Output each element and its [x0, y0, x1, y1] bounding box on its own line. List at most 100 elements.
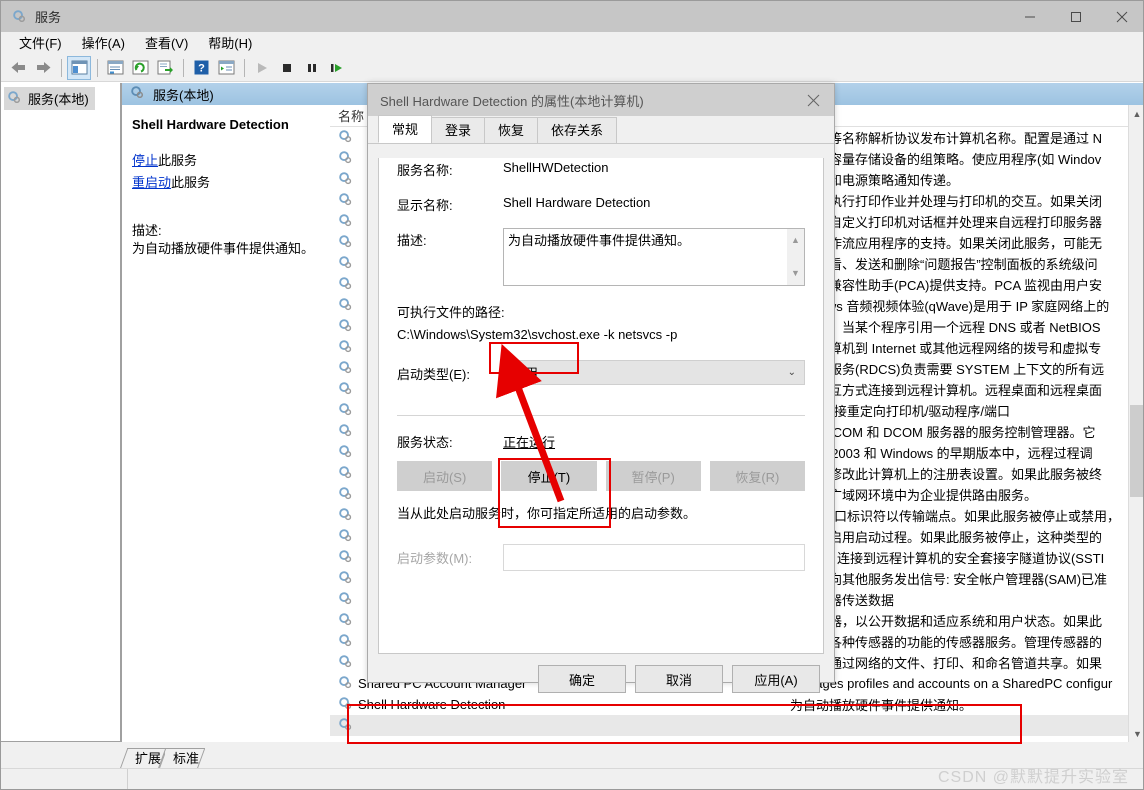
stop-service-icon[interactable]	[275, 56, 299, 80]
menu-action[interactable]: 操作(A)	[72, 31, 135, 54]
services-gear-icon	[338, 276, 353, 294]
start-parameters-label: 启动参数(M):	[397, 551, 473, 566]
services-gear-icon	[130, 85, 145, 103]
services-gear-icon	[7, 90, 22, 108]
row-service-description: 支持查看、发送和删除“问题报告”控制面板的系统级问	[790, 257, 1098, 272]
refresh-icon[interactable]	[128, 56, 152, 80]
dialog-close-button[interactable]	[792, 84, 834, 116]
pause-service-icon[interactable]	[300, 56, 324, 80]
restart-service-link-row: 重启动此服务	[132, 172, 320, 191]
row-service-description: 使用对等名称解析协议发布计算机名称。配置是通过 N	[790, 131, 1103, 146]
tab-standard[interactable]: 标准	[165, 748, 206, 768]
table-row[interactable]	[330, 715, 1143, 736]
toolbar-separator	[244, 58, 245, 77]
detail-service-title: Shell Hardware Detection	[132, 117, 289, 132]
services-gear-icon	[338, 444, 353, 462]
export-list-icon[interactable]	[153, 56, 177, 80]
services-gear-icon	[338, 654, 353, 672]
cancel-button[interactable]: 取消	[635, 665, 723, 693]
row-service-description: 服务将向其他服务发出信号: 安全帐户管理器(SAM)已准	[790, 572, 1108, 587]
stop-service-link-row: 停止此服务	[132, 150, 320, 169]
restart-service-link[interactable]: 重启动	[132, 175, 171, 190]
stop-service-link[interactable]: 停止	[132, 153, 158, 168]
start-button[interactable]: 启动(S)	[397, 461, 493, 491]
menu-help[interactable]: 帮助(H)	[198, 31, 262, 54]
maximize-button[interactable]	[1053, 1, 1099, 32]
start-parameters-input[interactable]	[503, 544, 805, 571]
row-service-description: 于管理各种传感器的功能的传感器服务。管理传感器的	[790, 635, 1103, 650]
scrollbar-thumb[interactable]	[1130, 405, 1143, 497]
services-gear-icon	[338, 297, 353, 315]
service-status-value: 正在运行	[503, 435, 556, 450]
forward-arrow-icon[interactable]	[31, 56, 55, 80]
window-controls	[1007, 1, 1143, 32]
description-textarea[interactable]: 为自动播放硬件事件提供通知。 ▲ ▼	[503, 228, 805, 286]
service-control-buttons: 启动(S) 停止(T) 暂停(P) 恢复(R)	[379, 461, 823, 491]
service-name-label: 服务名称:	[397, 163, 453, 178]
services-gear-icon	[338, 381, 353, 399]
apply-button[interactable]: 应用(A)	[732, 665, 820, 693]
toolbar-separator	[183, 58, 184, 77]
service-status-row: 服务状态: 正在运行	[379, 430, 823, 451]
minimize-button[interactable]	[1007, 1, 1053, 32]
services-gear-icon	[338, 213, 353, 231]
stop-button[interactable]: 停止(T)	[501, 461, 597, 491]
row-service-description: 么时候，当某个程序引用一个远程 DNS 或者 NetBIOS	[790, 320, 1101, 335]
service-detail-panel: Shell Hardware Detection 停止此服务 重启动此服务 描述…	[122, 105, 330, 742]
row-service-description: Manages profiles and accounts on a Share…	[790, 676, 1113, 691]
row-service-description: 用 VPN 连接到远程计算机的安全套接字隧道协议(SSTI	[790, 551, 1105, 566]
scroll-down-arrow-icon[interactable]: ▼	[1129, 725, 1143, 742]
row-service-description: RDP 连接重定向打印机/驱动程序/端口	[790, 404, 1011, 419]
dialog-tab-general[interactable]: 常规	[378, 115, 433, 143]
help-icon[interactable]: ?	[189, 56, 213, 80]
scroll-up-arrow-icon[interactable]: ▲	[1129, 105, 1143, 122]
dialog-tab-recovery[interactable]: 恢复	[484, 117, 539, 143]
row-service-description: 可打开自定义打印机对话框并处理来自远程打印服务器	[790, 215, 1103, 230]
dialog-tab-logon[interactable]: 登录	[431, 117, 486, 143]
resume-button[interactable]: 恢复(R)	[709, 461, 805, 491]
restart-service-icon[interactable]	[325, 56, 349, 80]
row-service-description: 在后台执行打印作业并处理与打印机的交互。如果关闭	[790, 194, 1103, 209]
services-gear-icon	[338, 675, 353, 693]
row-service-description: 移动大容量存储设备的组策略。使应用程序(如 Windov	[790, 152, 1102, 167]
menu-file[interactable]: 文件(F)	[9, 31, 72, 54]
dialog-title-bar: Shell Hardware Detection 的属性(本地计算机)	[368, 84, 834, 116]
back-arrow-icon[interactable]	[6, 56, 30, 80]
startup-type-select[interactable]: 禁用 ⌄	[503, 360, 805, 385]
watermark: CSDN @默默提升实验室	[937, 769, 1129, 786]
apply-button-label: 应用(A)	[754, 672, 798, 688]
services-gear-icon	[338, 150, 353, 168]
start-service-icon[interactable]	[250, 56, 274, 80]
dialog-tab-dependencies[interactable]: 依存关系	[537, 117, 618, 143]
tree-node-services-local[interactable]: 服务(本地)	[4, 87, 95, 110]
executable-path-block: 可执行文件的路径: C:\Windows\System32\svchost.ex…	[379, 302, 823, 342]
services-gear-icon	[338, 549, 353, 567]
services-gear-icon	[338, 234, 353, 252]
services-gear-icon	[338, 402, 353, 420]
show-action-pane-icon[interactable]	[214, 56, 238, 80]
show-hide-tree-icon[interactable]	[67, 55, 91, 80]
svg-text:?: ?	[198, 63, 205, 75]
service-name-value: ShellHWDetection	[503, 160, 609, 175]
service-name-row: 服务名称: ShellHWDetection	[379, 158, 823, 179]
scroll-down-arrow-icon[interactable]: ▼	[791, 265, 800, 282]
row-service-description: 打印工作流应用程序的支持。如果关闭此服务，可能无	[790, 236, 1103, 251]
startup-type-row: 启动类型(E): 禁用 ⌄	[379, 360, 823, 385]
services-gear-icon	[338, 423, 353, 441]
pause-button[interactable]: 暂停(P)	[605, 461, 701, 491]
service-status-label: 服务状态:	[397, 435, 453, 450]
toolbar: ?	[1, 54, 1143, 82]
description-scrollbar[interactable]: ▲ ▼	[787, 229, 804, 285]
row-service-description: 计算机通过网络的文件、打印、和命名管道共享。如果	[790, 656, 1103, 671]
menu-bar: 文件(F) 操作(A) 查看(V) 帮助(H)	[1, 31, 1143, 54]
restart-service-link-suffix: 此服务	[171, 175, 211, 190]
services-gear-icon	[338, 570, 353, 588]
services-gear-icon	[338, 612, 353, 630]
scroll-up-arrow-icon[interactable]: ▲	[791, 232, 800, 249]
list-vertical-scrollbar[interactable]: ▲ ▼	[1128, 105, 1143, 742]
menu-view[interactable]: 查看(V)	[135, 31, 198, 54]
table-row[interactable]: Shell Hardware Detection 为自动播放硬件事件提供通知。	[330, 694, 1143, 715]
properties-icon[interactable]	[103, 56, 127, 80]
ok-button[interactable]: 确定	[538, 665, 626, 693]
close-button[interactable]	[1099, 1, 1143, 32]
